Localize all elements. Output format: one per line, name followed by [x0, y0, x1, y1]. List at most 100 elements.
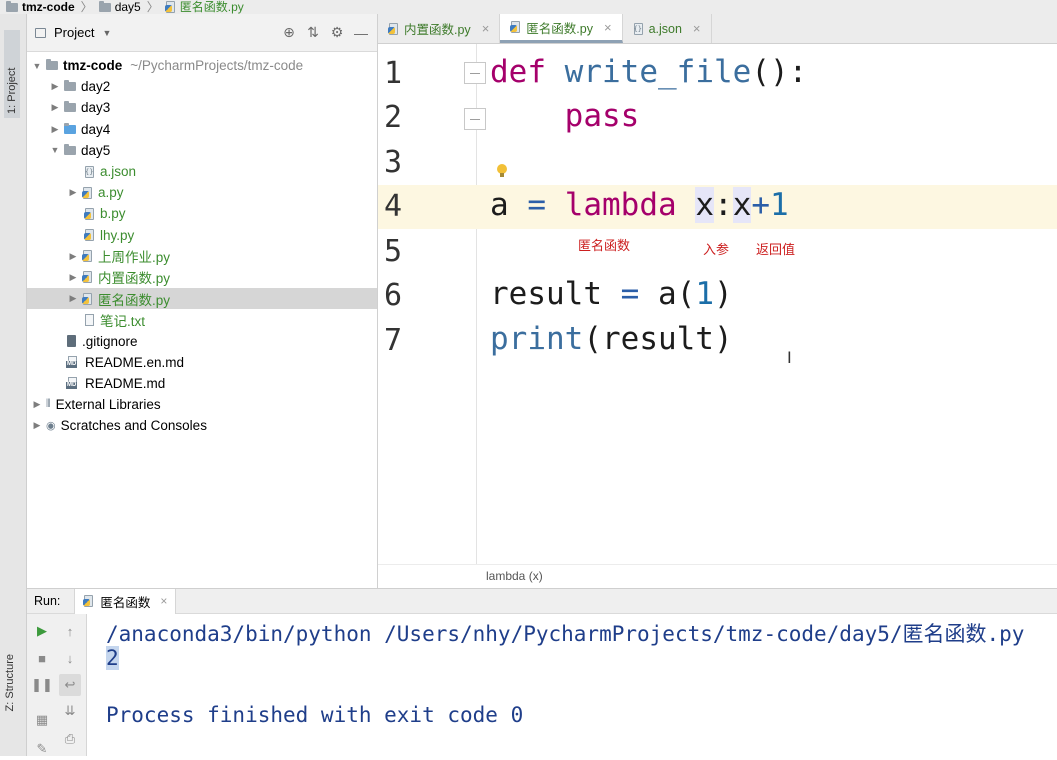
folder-icon [64, 101, 76, 113]
tree-item-a-json[interactable]: a.json [27, 161, 377, 182]
python-file-icon [510, 21, 521, 33]
pause-icon[interactable]: ❚❚ [31, 674, 53, 696]
tool-window-tab-structure[interactable]: Z: Structure [4, 654, 16, 711]
rerun-icon[interactable]: ▶ [31, 620, 53, 642]
pin-icon[interactable]: ✎ [31, 738, 53, 760]
tree-item-b-py[interactable]: b.py [27, 203, 377, 224]
tree-item-builtin-py[interactable]: ▶ 内置函数.py [27, 267, 377, 288]
tree-item-gitignore[interactable]: .gitignore [27, 330, 377, 351]
close-icon[interactable]: × [693, 21, 701, 36]
code-line-1[interactable]: 1 def write_file(): [378, 52, 1057, 96]
tab-builtin-functions[interactable]: 内置函数.py × [378, 14, 501, 43]
tab-anonymous-functions[interactable]: 匿名函数.py × [500, 14, 623, 43]
tree-item-label: 匿名函数.py [98, 292, 171, 308]
project-view-selector[interactable]: Project [54, 25, 94, 40]
console-output-value: 2 [106, 646, 119, 670]
tree-item-notes-txt[interactable]: 笔记.txt [27, 309, 377, 330]
python-file-icon [84, 207, 95, 220]
gitignore-file-icon [66, 335, 77, 348]
close-icon[interactable]: × [482, 21, 490, 36]
tree-item-external-libraries[interactable]: ▶ ⫴ External Libraries [27, 394, 377, 415]
python-file-icon [82, 292, 93, 305]
soft-wrap-icon[interactable]: ↩ [59, 674, 81, 696]
tree-item-readme-en[interactable]: README.en.md [27, 352, 377, 373]
chevron-down-icon[interactable]: ▼ [49, 145, 61, 155]
editor-breadcrumb-hint: lambda (x) [378, 564, 1057, 589]
scroll-to-end-icon[interactable]: ⇊ [59, 700, 81, 722]
folder-icon [46, 59, 58, 71]
chevron-right-icon[interactable]: ▶ [49, 102, 61, 113]
scratches-icon: ◉ [46, 420, 56, 433]
code-text: def write_file(): [490, 54, 808, 90]
folder-icon [64, 122, 76, 134]
fold-icon[interactable] [464, 108, 486, 130]
text-file-icon [84, 313, 95, 326]
line-number: 7 [384, 323, 403, 358]
tree-item-lhy-py[interactable]: lhy.py [27, 225, 377, 246]
chevron-right-icon[interactable]: ▶ [67, 293, 79, 304]
tree-item-label: 笔记.txt [100, 313, 146, 329]
breadcrumb-project[interactable]: tmz-code [6, 0, 75, 14]
breadcrumb-file[interactable]: 匿名函数.py [164, 0, 244, 14]
code-line-3[interactable]: 3 [378, 141, 1057, 185]
tree-item-label: External Libraries [55, 397, 161, 413]
tree-item-anonymous-py[interactable]: ▶ 匿名函数.py [27, 288, 377, 310]
tree-item-label: day4 [81, 121, 111, 137]
tree-item-a-py[interactable]: ▶ a.py [27, 182, 377, 203]
print-icon[interactable]: ⎙ [59, 728, 81, 750]
gear-icon[interactable]: ⚙ [329, 24, 345, 41]
run-console[interactable]: /anaconda3/bin/python /Users/nhy/Pycharm… [87, 614, 1057, 756]
editor-tab-bar: 内置函数.py × 匿名函数.py × a.json × [378, 14, 1057, 44]
chevron-right-icon[interactable]: ▶ [49, 124, 61, 135]
chevron-right-icon[interactable]: ▶ [67, 187, 79, 198]
tab-label: a.json [648, 21, 682, 36]
stop-icon[interactable]: ■ [31, 647, 53, 669]
run-label: Run: [34, 594, 61, 608]
lightbulb-icon[interactable] [497, 164, 507, 177]
collapse-all-icon[interactable]: ⇅ [305, 24, 321, 41]
breadcrumb-folder[interactable]: day5 [98, 0, 141, 14]
tree-item-scratches[interactable]: ▶ ◉ Scratches and Consoles [27, 415, 377, 436]
tree-item-day2[interactable]: ▶ day2 [27, 76, 377, 97]
arrow-down-icon[interactable]: ↓ [59, 647, 81, 669]
tree-item-readme[interactable]: README.md [27, 373, 377, 394]
code-line-6[interactable]: 6 result = a(1) [378, 274, 1057, 318]
chevron-right-icon[interactable]: ▶ [67, 251, 79, 262]
folder-icon [64, 143, 76, 155]
close-icon[interactable]: × [160, 594, 167, 608]
tool-window-tab-project[interactable]: 1: Project [4, 30, 20, 118]
breadcrumb-project-label: tmz-code [22, 0, 75, 14]
code-line-4[interactable]: 4 a = lambda x:x+1 [378, 185, 1057, 229]
hide-panel-icon[interactable]: — [353, 25, 369, 41]
tree-item-day3[interactable]: ▶ day3 [27, 97, 377, 118]
chevron-right-icon[interactable]: ▶ [31, 399, 43, 410]
fold-icon[interactable] [464, 62, 486, 84]
chevron-down-icon[interactable]: ▼ [102, 28, 111, 38]
code-line-2[interactable]: 2 pass [378, 96, 1057, 140]
chevron-right-icon[interactable]: ▶ [67, 272, 79, 283]
locate-file-icon[interactable]: ⊕ [281, 24, 297, 41]
tree-item-day5[interactable]: ▼ day5 [27, 140, 377, 161]
chevron-right-icon[interactable]: ▶ [31, 420, 43, 431]
layout-icon[interactable]: ▦ [31, 709, 53, 731]
chevron-down-icon[interactable]: ▼ [31, 61, 43, 71]
run-tab-anonymous[interactable]: 匿名函数 × [74, 588, 177, 614]
tree-item-tmz-code[interactable]: ▼ tmz-code ~/PycharmProjects/tmz-code [27, 55, 377, 76]
json-file-icon [633, 22, 644, 35]
code-line-5[interactable]: 5 [378, 230, 1057, 274]
tree-item-label: b.py [100, 206, 126, 222]
tab-a-json[interactable]: a.json × [623, 14, 712, 43]
breadcrumb-separator: 〉 [80, 0, 93, 14]
tree-item-label: .gitignore [82, 333, 138, 349]
chevron-right-icon[interactable]: ▶ [49, 81, 61, 92]
tree-item-day4[interactable]: ▶ day4 [27, 119, 377, 140]
tree-item-label: lhy.py [100, 227, 135, 243]
breadcrumb-folder-label: day5 [114, 0, 141, 14]
code-line-7[interactable]: 7 print(result) [378, 319, 1057, 363]
arrow-up-icon[interactable]: ↑ [59, 620, 81, 642]
tree-item-label: 内置函数.py [98, 271, 171, 287]
tree-item-homework-py[interactable]: ▶ 上周作业.py [27, 246, 377, 267]
close-icon[interactable]: × [604, 20, 612, 35]
code-editor[interactable]: 1 def write_file(): 2 pass 3 4 a = lambd… [378, 44, 1057, 564]
tab-label: 内置函数.py [404, 23, 471, 37]
